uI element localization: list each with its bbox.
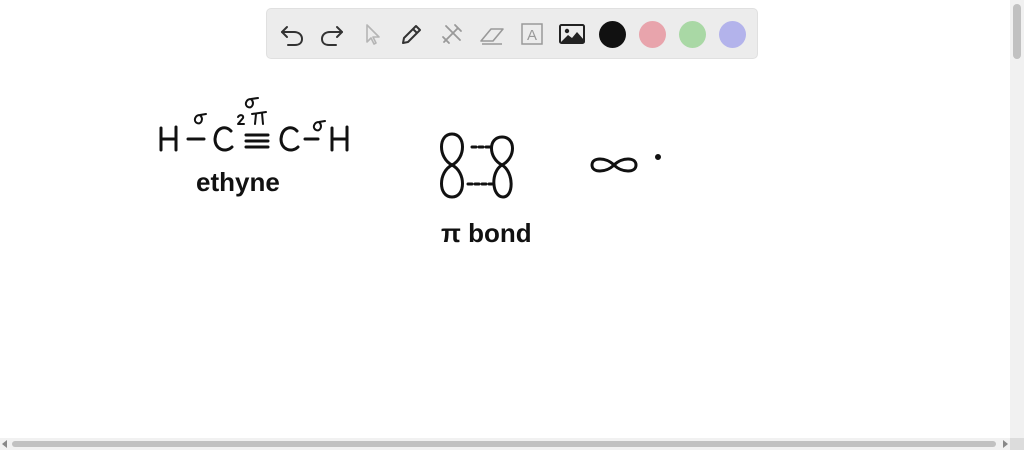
undo-icon bbox=[281, 26, 304, 46]
text-button[interactable]: A bbox=[517, 19, 547, 49]
eraser-button[interactable] bbox=[477, 19, 507, 49]
pen-button[interactable] bbox=[397, 19, 427, 49]
color-green-swatch[interactable] bbox=[679, 21, 706, 48]
select-button[interactable] bbox=[357, 19, 387, 49]
scrollbar-corner bbox=[1010, 438, 1024, 450]
scroll-right-arrow-icon[interactable] bbox=[1003, 440, 1008, 448]
drawing-toolbar: A bbox=[266, 8, 758, 59]
horizontal-scroll-thumb[interactable] bbox=[12, 441, 996, 447]
color-pink-swatch[interactable] bbox=[639, 21, 666, 48]
eraser-icon bbox=[480, 28, 504, 45]
redo-button[interactable] bbox=[317, 19, 347, 49]
image-button[interactable] bbox=[557, 19, 587, 49]
vertical-scroll-thumb[interactable] bbox=[1013, 4, 1021, 59]
vertical-scrollbar[interactable] bbox=[1010, 0, 1024, 438]
scroll-left-arrow-icon[interactable] bbox=[2, 440, 7, 448]
redo-icon bbox=[320, 26, 343, 46]
color-black-swatch[interactable] bbox=[599, 21, 626, 48]
tools-icon bbox=[442, 24, 462, 44]
color-lavender-swatch[interactable] bbox=[719, 21, 746, 48]
drawing-canvas[interactable]: ethyne π bond bbox=[0, 0, 1010, 438]
pi-bond-label: π bond bbox=[441, 218, 532, 248]
pen-icon bbox=[402, 25, 421, 44]
ethyne-label: ethyne bbox=[196, 167, 280, 197]
undo-button[interactable] bbox=[277, 19, 307, 49]
image-icon bbox=[559, 24, 585, 44]
text-icon: A bbox=[521, 23, 543, 45]
svg-text:A: A bbox=[527, 27, 537, 44]
tools-button[interactable] bbox=[437, 19, 467, 49]
horizontal-scrollbar[interactable] bbox=[0, 438, 1010, 450]
select-pointer-icon bbox=[366, 24, 380, 45]
